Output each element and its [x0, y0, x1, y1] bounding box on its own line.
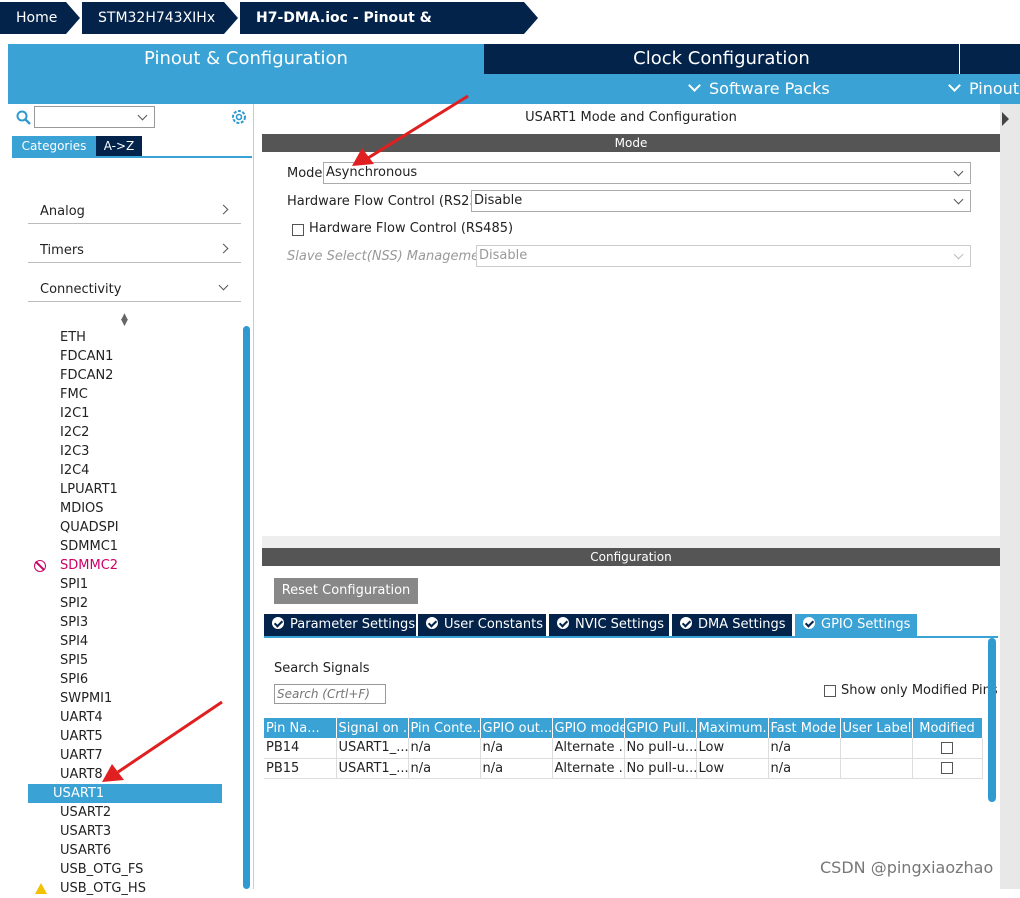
annotation-arrows	[102, 94, 469, 782]
annotation-arrow-line	[117, 700, 223, 774]
annotation-arrowhead	[102, 764, 124, 782]
annotation-arrow-line	[367, 94, 469, 160]
